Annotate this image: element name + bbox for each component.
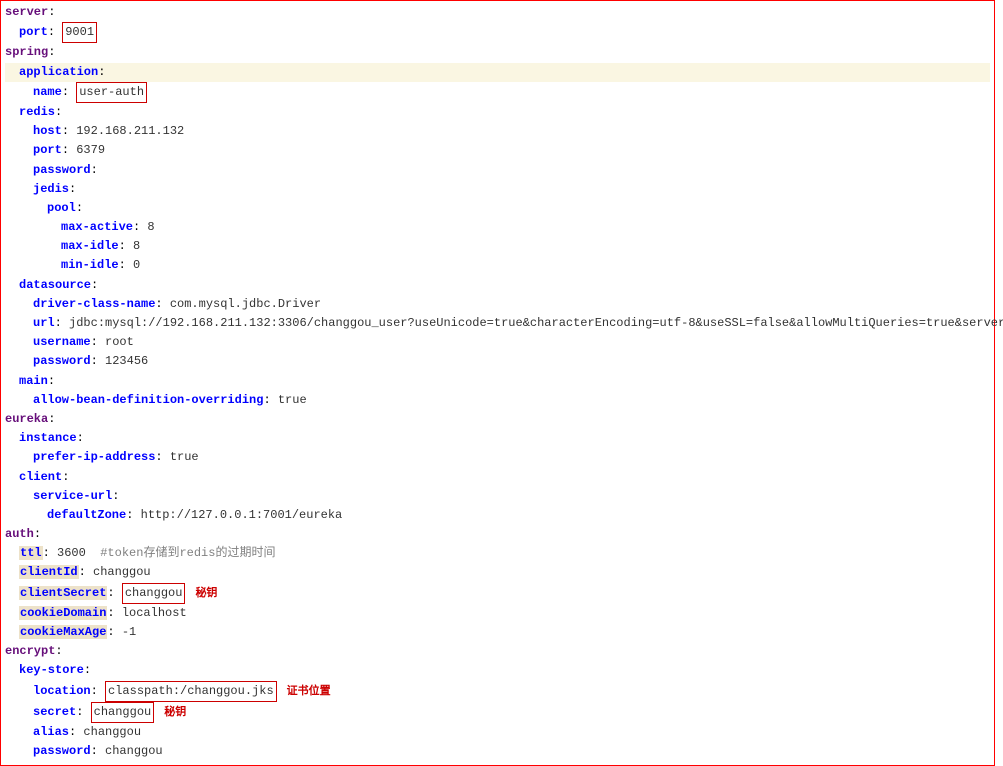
yaml-line: eureka: xyxy=(5,410,990,429)
yaml-line: encrypt: xyxy=(5,642,990,661)
yaml-line: port: 6379 xyxy=(5,141,990,160)
keystore-location-box: classpath:/changgou.jks xyxy=(105,681,277,702)
yaml-line: redis: xyxy=(5,103,990,122)
yaml-line: secret: changgou秘钥 xyxy=(5,702,990,723)
yaml-line: password: 123456 xyxy=(5,352,990,371)
yaml-line: max-active: 8 xyxy=(5,218,990,237)
config-code-block: server: port: 9001 spring: application: … xyxy=(0,0,995,766)
yaml-line: main: xyxy=(5,372,990,391)
yaml-line: host: 192.168.211.132 xyxy=(5,122,990,141)
yaml-line: max-idle: 8 xyxy=(5,237,990,256)
client-secret-box: changgou xyxy=(122,583,186,604)
yaml-line: driver-class-name: com.mysql.jdbc.Driver xyxy=(5,295,990,314)
yaml-line: instance: xyxy=(5,429,990,448)
yaml-line: datasource: xyxy=(5,276,990,295)
yaml-line: defaultZone: http://127.0.0.1:7001/eurek… xyxy=(5,506,990,525)
yaml-line: pool: xyxy=(5,199,990,218)
yaml-line: auth: xyxy=(5,525,990,544)
keystore-secret-box: changgou xyxy=(91,702,155,723)
port-box: 9001 xyxy=(62,22,97,43)
yaml-line: server: xyxy=(5,3,990,22)
yaml-line: service-url: xyxy=(5,487,990,506)
yaml-line: allow-bean-definition-overriding: true xyxy=(5,391,990,410)
yaml-line: prefer-ip-address: true xyxy=(5,448,990,467)
yaml-line: clientId: changgou xyxy=(5,563,990,582)
yaml-line: client: xyxy=(5,468,990,487)
app-name-box: user-auth xyxy=(76,82,147,103)
yaml-line: spring: xyxy=(5,43,990,62)
yaml-line: application: xyxy=(5,63,990,82)
yaml-line: jedis: xyxy=(5,180,990,199)
yaml-line: cookieMaxAge: -1 xyxy=(5,623,990,642)
yaml-line: username: root xyxy=(5,333,990,352)
yaml-line: cookieDomain: localhost xyxy=(5,604,990,623)
yaml-line: name: user-auth xyxy=(5,82,990,103)
yaml-line: port: 9001 xyxy=(5,22,990,43)
yaml-line: ttl: 3600 #token存储到redis的过期时间 xyxy=(5,544,990,563)
yaml-line: password: changgou xyxy=(5,742,990,761)
yaml-line: min-idle: 0 xyxy=(5,256,990,275)
yaml-line: alias: changgou xyxy=(5,723,990,742)
yaml-line: url: jdbc:mysql://192.168.211.132:3306/c… xyxy=(5,314,990,333)
yaml-line: location: classpath:/changgou.jks证书位置 xyxy=(5,681,990,702)
yaml-line: clientSecret: changgou秘钥 xyxy=(5,583,990,604)
yaml-line: password: xyxy=(5,161,990,180)
yaml-line: key-store: xyxy=(5,661,990,680)
